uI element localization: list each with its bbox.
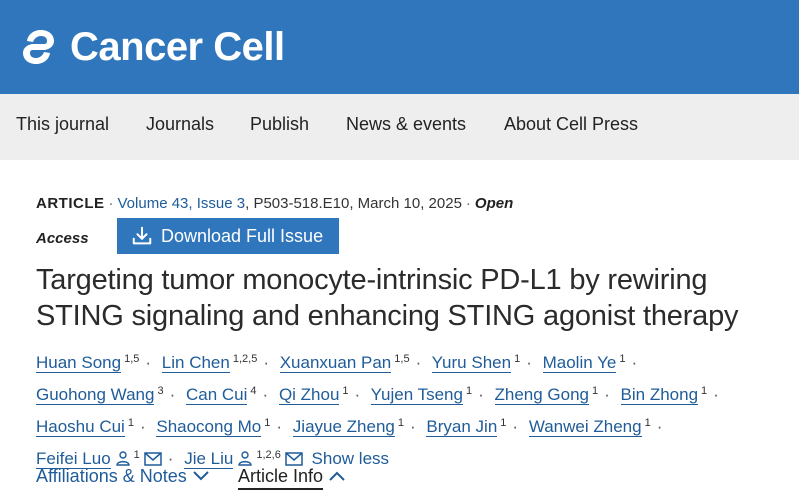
author-name[interactable]: Wanwei Zheng (528, 417, 642, 437)
nav-item-journals[interactable]: Journals (146, 114, 214, 135)
author-affiliation-sup: 1 (133, 449, 140, 461)
author-affiliation-sup: 1 (619, 353, 626, 365)
chevron-up-icon (329, 471, 345, 481)
separator-dot: · (169, 385, 176, 404)
author-name[interactable]: Yuru Shen (431, 353, 512, 373)
separator-dot: · (604, 385, 610, 404)
author-item: Shaocong Mo 1 (156, 417, 271, 437)
separator-dot: · (512, 417, 519, 436)
author-name[interactable]: Xuanxuan Pan (279, 353, 392, 373)
main-nav: This journal Journals Publish News & eve… (0, 94, 799, 160)
author-affiliation-sup: 3 (157, 385, 164, 397)
tab-label: Affiliations & Notes (36, 466, 187, 486)
site-header: Cancer Cell (0, 0, 799, 94)
download-button-label: Download Full Issue (161, 225, 324, 246)
separator-dot: · (145, 353, 152, 372)
author-name[interactable]: Yujen Tseng (370, 385, 463, 405)
author-item: Maolin Ye 1 (542, 353, 626, 373)
article-meta: ARTICLE · Volume 43, Issue 3, P503-518.E10… (36, 195, 776, 213)
separator-dot: · (354, 385, 361, 404)
separator-dot: · (410, 417, 416, 436)
author-affiliation-sup: 1,5 (394, 353, 410, 365)
open-access-label-cont: Access (36, 230, 89, 247)
author-affiliation-sup: 1 (500, 417, 507, 429)
author-affiliation-sup: 1 (264, 417, 271, 429)
tab-label: Article Info (238, 466, 324, 490)
cell-press-logo-icon (23, 30, 54, 64)
author-affiliation-sup: 1 (592, 385, 599, 397)
chevron-down-icon (193, 471, 209, 481)
author-name[interactable]: Haoshu Cui (36, 417, 125, 437)
separator-dot: · (108, 195, 114, 212)
nav-item-about-cell-press[interactable]: About Cell Press (504, 114, 638, 135)
author-item: Haoshu Cui 1 (36, 417, 134, 437)
author-affiliation-sup: 1,5 (124, 353, 140, 365)
author-affiliation-sup: 1 (127, 417, 134, 429)
author-name[interactable]: Guohong Wang (36, 385, 155, 405)
author-item: Zheng Gong 1 (494, 385, 599, 405)
author-affiliation-sup: 1 (701, 385, 708, 397)
author-item: Can Cui 4 (185, 385, 257, 405)
nav-item-publish[interactable]: Publish (250, 114, 309, 135)
separator-dot: · (631, 353, 638, 372)
article-pages-date: P503-518.E10, March 10, 2025 (253, 195, 462, 212)
author-item: Wanwei Zheng 1 (528, 417, 651, 437)
author-item: Lin Chen 1,2,5 (161, 353, 258, 373)
author-affiliation-sup: 1 (342, 385, 349, 397)
author-affiliation-sup: 1 (644, 417, 651, 429)
person-icon[interactable] (237, 450, 253, 466)
author-item: Jiayue Zheng 1 (292, 417, 404, 437)
author-name[interactable]: Lin Chen (161, 353, 230, 373)
author-item: Yuru Shen 1 (431, 353, 521, 373)
author-name[interactable]: Bin Zhong (620, 385, 699, 405)
author-affiliation-sup: 4 (250, 385, 257, 397)
nav-item-news-events[interactable]: News & events (346, 114, 466, 135)
tab-article-info[interactable]: Article Info (238, 466, 345, 490)
separator-dot: · (262, 385, 269, 404)
download-full-issue-button[interactable]: Download Full Issue (117, 218, 339, 254)
separator-dot: · (526, 353, 532, 372)
author-item: Qi Zhou 1 (278, 385, 349, 405)
journal-name: Cancer Cell (70, 25, 285, 69)
author-name[interactable]: Shaocong Mo (156, 417, 262, 437)
download-icon (132, 226, 152, 245)
separator-dot: · (713, 385, 719, 404)
author-name[interactable]: Jiayue Zheng (292, 417, 395, 437)
author-affiliation-sup: 1,2,6 (256, 449, 281, 461)
separator-dot: · (465, 195, 471, 212)
open-access-label: Open (474, 195, 514, 212)
person-icon[interactable] (115, 450, 131, 466)
author-item: Bryan Jin 1 (426, 417, 507, 437)
email-icon[interactable] (144, 452, 162, 466)
author-name[interactable]: Qi Zhou (278, 385, 340, 405)
author-affiliation-sup: 1 (397, 417, 404, 429)
separator-dot: · (656, 417, 663, 436)
author-item: Guohong Wang 3 (36, 385, 164, 405)
volume-issue-link[interactable]: Volume 43, Issue 3 (118, 195, 246, 212)
author-affiliation-sup: 1 (465, 385, 473, 397)
author-name[interactable]: Can Cui (185, 385, 248, 405)
author-name[interactable]: Maolin Ye (542, 353, 617, 373)
separator-dot: · (139, 417, 146, 436)
author-name[interactable]: Bryan Jin (426, 417, 498, 437)
author-name[interactable]: Zheng Gong (494, 385, 590, 405)
author-list: Huan Song 1,5 · Lin Chen 1,2,5 · Xuanxuan Pa… (36, 345, 786, 473)
author-item: Yujen Tseng 1 (370, 385, 473, 405)
nav-item-this-journal[interactable]: This journal (16, 114, 109, 135)
article-title: Targeting tumor monocyte-intrinsic PD-L1… (36, 264, 739, 332)
author-item: Huan Song 1,5 (36, 353, 140, 373)
separator-dot: · (276, 417, 283, 436)
email-icon[interactable] (285, 452, 303, 466)
tab-affiliations-notes[interactable]: Affiliations & Notes (36, 466, 209, 487)
cancer-cell-logo[interactable]: Cancer Cell (14, 16, 285, 78)
separator-dot: · (478, 385, 484, 404)
author-name[interactable]: Huan Song (36, 353, 122, 373)
author-affiliation-sup: 1,2,5 (232, 353, 258, 365)
separator-dot: · (415, 353, 422, 372)
separator-dot: · (263, 353, 269, 372)
author-affiliation-sup: 1 (514, 353, 521, 365)
article-type: ARTICLE (36, 195, 105, 212)
author-item: Xuanxuan Pan 1,5 (279, 353, 410, 373)
author-item: Bin Zhong 1 (620, 385, 708, 405)
